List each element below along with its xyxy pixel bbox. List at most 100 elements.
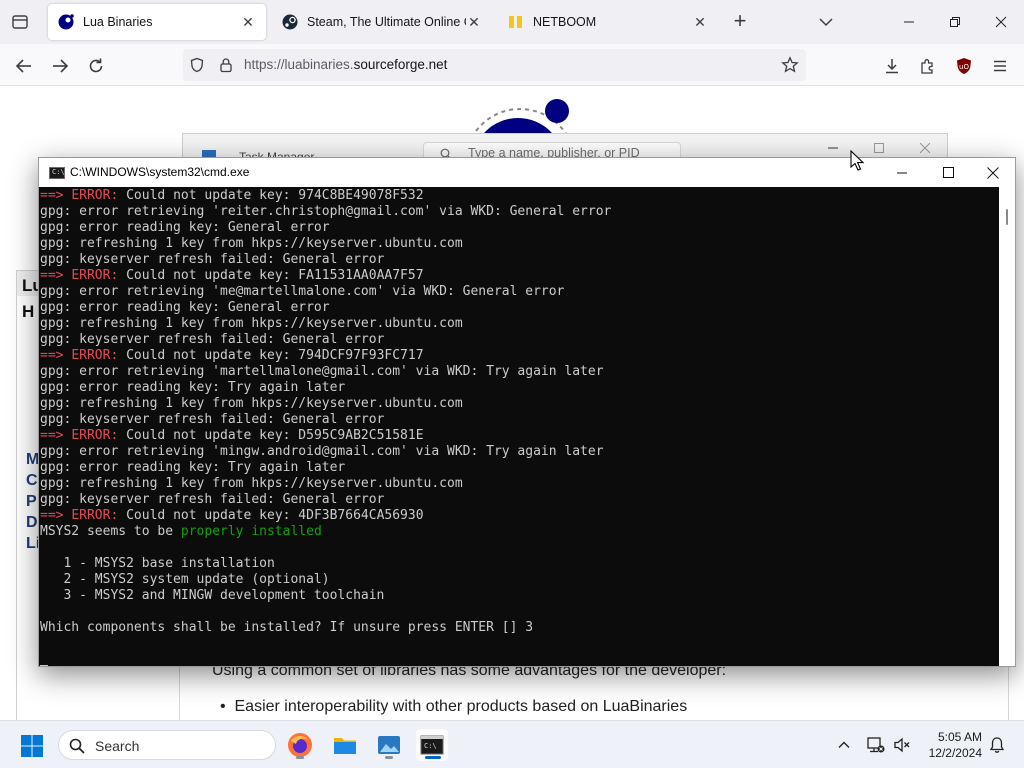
windows-taskbar: Search C:\ 5:05 AM 12/2/2024	[0, 720, 1024, 768]
terminal-text: gpg: error retrieving 'martellmalone@gma…	[40, 364, 604, 379]
close-icon	[987, 166, 999, 179]
tab-title: Lua Binaries	[83, 15, 153, 29]
list-all-tabs-button[interactable]	[814, 12, 838, 32]
tm-close-button[interactable]	[913, 138, 937, 158]
new-tab-button[interactable]: +	[728, 10, 752, 34]
cmd-scrollbar[interactable]	[999, 187, 1015, 666]
app-active-indicator	[425, 756, 441, 759]
terminal-line: gpg: refreshing 1 key from hkps://keyser…	[40, 316, 999, 332]
tm-maximize-button[interactable]	[867, 138, 891, 158]
terminal-text: Could not update key: 974C8BE49078F532	[126, 188, 424, 203]
network-disconnected-icon	[867, 737, 885, 753]
terminal-line: gpg: error retrieving 'martellmalone@gma…	[40, 364, 999, 380]
ublock-origin-button[interactable]: uO	[950, 52, 978, 80]
lock-icon[interactable]	[218, 57, 234, 73]
address-bar[interactable]: https://luabinaries.sourceforge.net	[183, 49, 806, 81]
tab-netboom[interactable]: NETBOOM ✕	[498, 4, 718, 40]
scrollbar-thumb[interactable]	[1006, 209, 1008, 225]
terminal-text: properly installed	[180, 524, 322, 539]
sidebar-link[interactable]: C	[26, 472, 38, 490]
system-clock[interactable]: 5:05 AM 12/2/2024	[918, 729, 982, 761]
terminal-text: ==>	[40, 268, 72, 283]
start-button[interactable]	[20, 734, 44, 758]
tab-close-button[interactable]: ✕	[692, 14, 708, 30]
terminal-line: gpg: keyserver refresh failed: General e…	[40, 492, 999, 508]
tab-title: Steam, The Ultimate Online Game Platform	[307, 15, 466, 29]
cmd-title-bar[interactable]: C:\ C:\WINDOWS\system32\cmd.exe	[39, 158, 1015, 187]
firefox-view-button[interactable]	[8, 10, 32, 34]
browser-restore-button[interactable]	[932, 0, 978, 44]
terminal-text: 1 - MSYS2 base installation	[40, 556, 275, 571]
volume-button[interactable]	[890, 733, 914, 757]
terminal-line: 2 - MSYS2 system update (optional)	[40, 572, 999, 588]
browser-tab-bar: Lua Binaries ✕ Steam, The Ultimate Onlin…	[0, 0, 1024, 44]
app-running-indicator	[385, 756, 393, 759]
app-menu-button[interactable]	[986, 52, 1014, 80]
tray-overflow-button[interactable]	[832, 733, 856, 757]
terminal-line: MSYS2 seems to be properly installed	[40, 524, 999, 540]
terminal-line: gpg: keyserver refresh failed: General e…	[40, 252, 999, 268]
bullet-text: Easier interoperability with other produ…	[234, 698, 688, 715]
sidebar-link[interactable]: P	[26, 493, 37, 511]
extensions-button[interactable]	[914, 52, 942, 80]
taskbar-photos[interactable]	[373, 729, 405, 761]
lua-favicon-icon	[58, 14, 74, 30]
firefox-view-icon	[12, 15, 28, 29]
cmd-maximize-button[interactable]	[925, 158, 971, 187]
terminal-icon: C:\	[420, 735, 444, 755]
url-host: sourceforge.net	[353, 57, 448, 72]
shield-icon[interactable]	[189, 57, 205, 73]
bookmark-star-icon[interactable]	[781, 56, 799, 74]
tab-lua-binaries[interactable]: Lua Binaries ✕	[48, 4, 266, 40]
forward-button[interactable]	[46, 52, 74, 80]
terminal-text: gpg: error reading key: Try again later	[40, 460, 346, 475]
tab-close-button[interactable]: ✕	[240, 14, 256, 30]
sidebar-link[interactable]: D	[26, 514, 38, 532]
svg-text:uO: uO	[959, 63, 969, 71]
cmd-minimize-button[interactable]	[879, 158, 925, 187]
browser-nav-bar: https://luabinaries.sourceforge.net uO	[0, 44, 1024, 86]
terminal-line: gpg: error retrieving 'me@martellmalone.…	[40, 284, 999, 300]
terminal-line: gpg: keyserver refresh failed: General e…	[40, 412, 999, 428]
tab-close-button[interactable]: ✕	[466, 14, 482, 30]
downloads-button[interactable]	[878, 52, 906, 80]
browser-minimize-button[interactable]	[886, 0, 932, 44]
network-status-button[interactable]	[864, 733, 888, 757]
terminal-line: gpg: error reading key: General error	[40, 220, 999, 236]
app-running-indicator	[296, 756, 304, 759]
terminal-text: gpg: keyserver refresh failed: General e…	[40, 412, 385, 427]
taskbar-file-explorer[interactable]	[329, 729, 361, 761]
back-button[interactable]	[10, 52, 38, 80]
terminal-text: Could not update key: 4DF3B7664CA56930	[126, 508, 424, 523]
url-text: https://luabinaries.sourceforge.net	[244, 57, 447, 72]
terminal-line: gpg: error retrieving 'mingw.android@gma…	[40, 444, 999, 460]
terminal-line: gpg: error reading key: Try again later	[40, 380, 999, 396]
terminal-line: gpg: error reading key: Try again later	[40, 460, 999, 476]
tm-minimize-button[interactable]	[821, 138, 845, 158]
terminal-line: ==> ERROR: Could not update key: D595C9A…	[40, 428, 999, 444]
reload-button[interactable]	[82, 52, 110, 80]
reload-icon	[89, 58, 103, 73]
terminal-text: gpg: keyserver refresh failed: General e…	[40, 332, 385, 347]
terminal-line: Which components shall be installed? If …	[40, 620, 999, 636]
taskbar-firefox[interactable]	[284, 729, 316, 761]
taskbar-terminal[interactable]: C:\	[416, 729, 448, 761]
maximize-icon	[942, 167, 954, 178]
terminal-line: gpg: refreshing 1 key from hkps://keyser…	[40, 236, 999, 252]
terminal-line: gpg: refreshing 1 key from hkps://keyser…	[40, 396, 999, 412]
sidebar-text: H	[22, 302, 35, 321]
netboom-favicon-icon	[509, 16, 522, 28]
terminal-line: gpg: refreshing 1 key from hkps://keyser…	[40, 476, 999, 492]
hamburger-menu-icon	[994, 60, 1006, 72]
terminal-text: gpg: error retrieving 'mingw.android@gma…	[40, 444, 604, 459]
terminal-text: 2 - MSYS2 system update (optional)	[40, 572, 330, 587]
cmd-close-button[interactable]	[970, 158, 1016, 187]
speaker-muted-icon	[894, 737, 910, 753]
notifications-button[interactable]	[985, 733, 1009, 757]
taskbar-search[interactable]: Search	[58, 730, 276, 760]
browser-close-button[interactable]	[978, 0, 1024, 44]
terminal-output[interactable]: ==> ERROR: Could not update key: 974C8BE…	[39, 187, 999, 666]
tab-steam[interactable]: Steam, The Ultimate Online Game Platform…	[272, 4, 492, 40]
bell-icon	[989, 737, 1005, 753]
